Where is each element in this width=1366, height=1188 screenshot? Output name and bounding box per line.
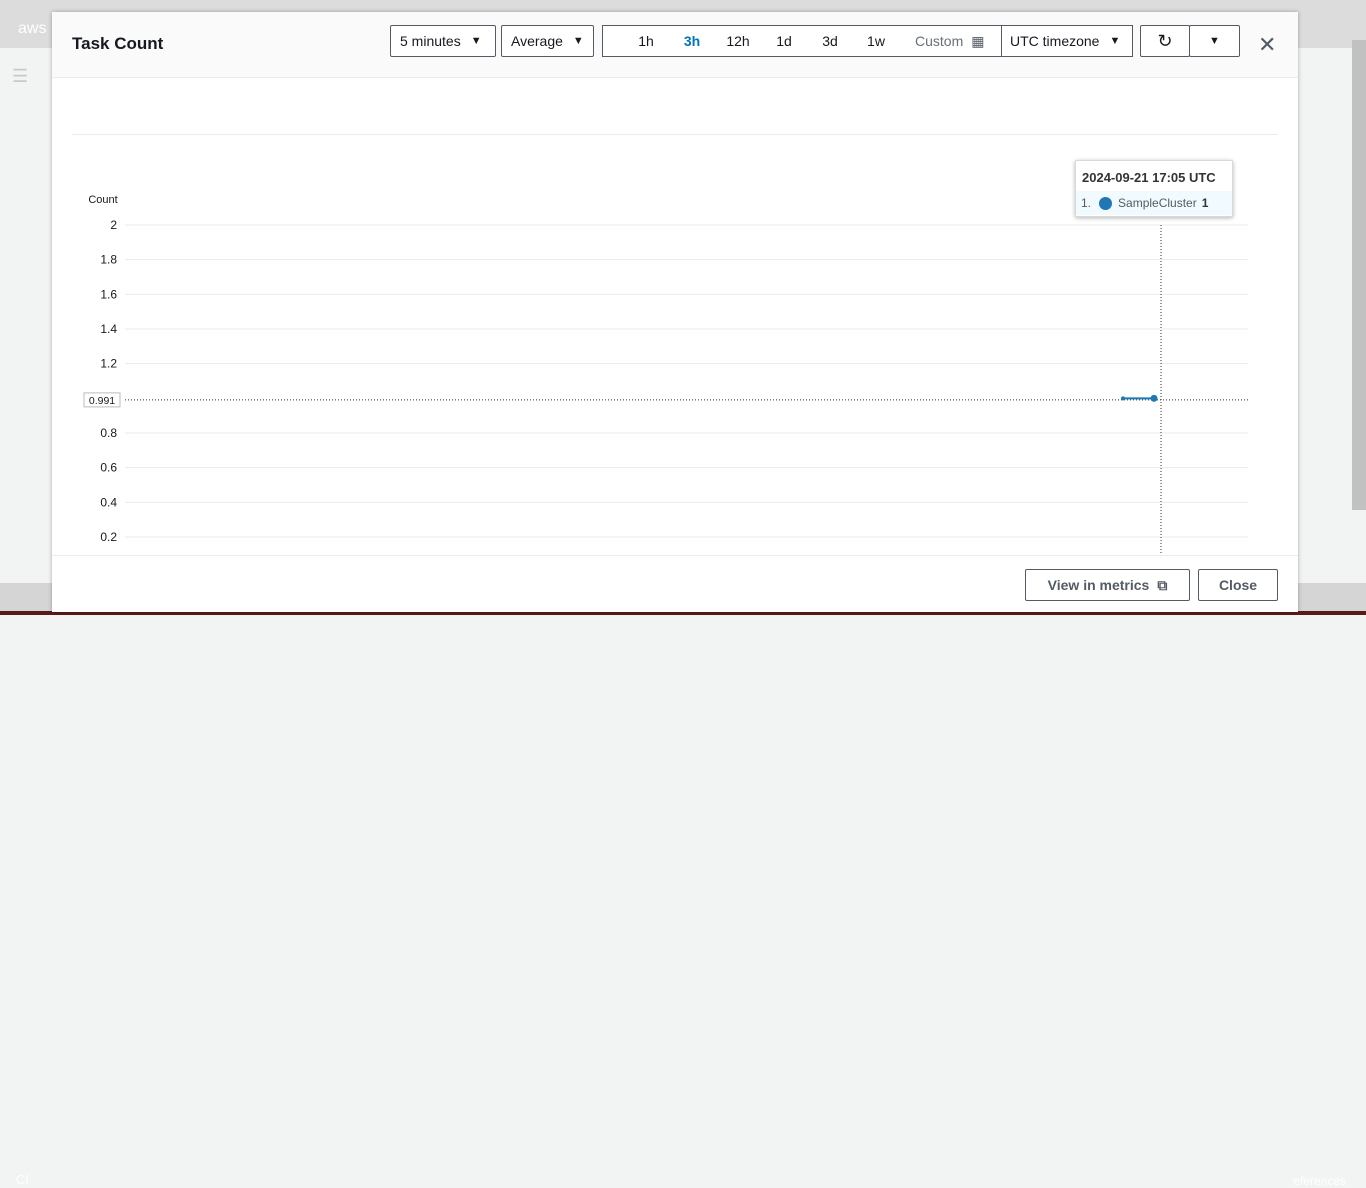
line-chart: Count 2 1.8 1.6 1.4 1.2 0.8 0.6 0.4 0.2 0.991 [83,194,1248,555]
modal-footer: View in metrics ⧉ Close [52,555,1298,612]
y-tick-label: 0.6 [100,461,117,475]
tooltip-series: SampleCluster [1118,196,1197,210]
data-point [1121,396,1125,401]
preferences-label[interactable]: eferences [1293,1174,1346,1188]
data-point [1150,394,1158,402]
crosshair-value: 0.991 [89,395,115,407]
external-link-icon: ⧉ [1157,576,1168,593]
tooltip-time: 2024-09-21 17:05 UTC [1082,170,1216,185]
y-tick-label: 1.4 [100,322,117,336]
tooltip-index: 1. [1081,196,1092,210]
cloudshell-label[interactable]: Cl [16,1172,28,1187]
view-in-metrics-label: View in metrics [1047,577,1150,593]
y-tick-label: 1.8 [100,253,117,267]
aws-logo: aws [18,20,47,37]
y-axis-label: Count [88,194,117,206]
series-color-dot [1099,196,1113,210]
close-button[interactable]: Close [1198,569,1278,601]
y-tick-label: 0.4 [100,495,117,509]
metric-modal: Task Count 5 minutes ▼ Average ▼ 1h 3h 12h… [52,12,1298,612]
y-tick-label: 0.8 [100,426,117,440]
chart-tooltip: 2024-09-21 17:05 UTC 1. SampleCluster 1 [1075,160,1233,217]
view-in-metrics-button[interactable]: View in metrics ⧉ [1025,569,1190,601]
y-tick-label: 2 [110,218,117,232]
tooltip-row: 1. SampleCluster 1 [1076,191,1232,215]
menu-icon[interactable]: ☰ [12,66,28,87]
y-tick-label: 1.6 [100,287,117,301]
page-scrollbar[interactable] [1352,40,1366,510]
y-tick-label: 1.2 [100,357,117,371]
tooltip-value: 1 [1201,196,1209,210]
y-tick-label: 0.2 [100,530,117,544]
